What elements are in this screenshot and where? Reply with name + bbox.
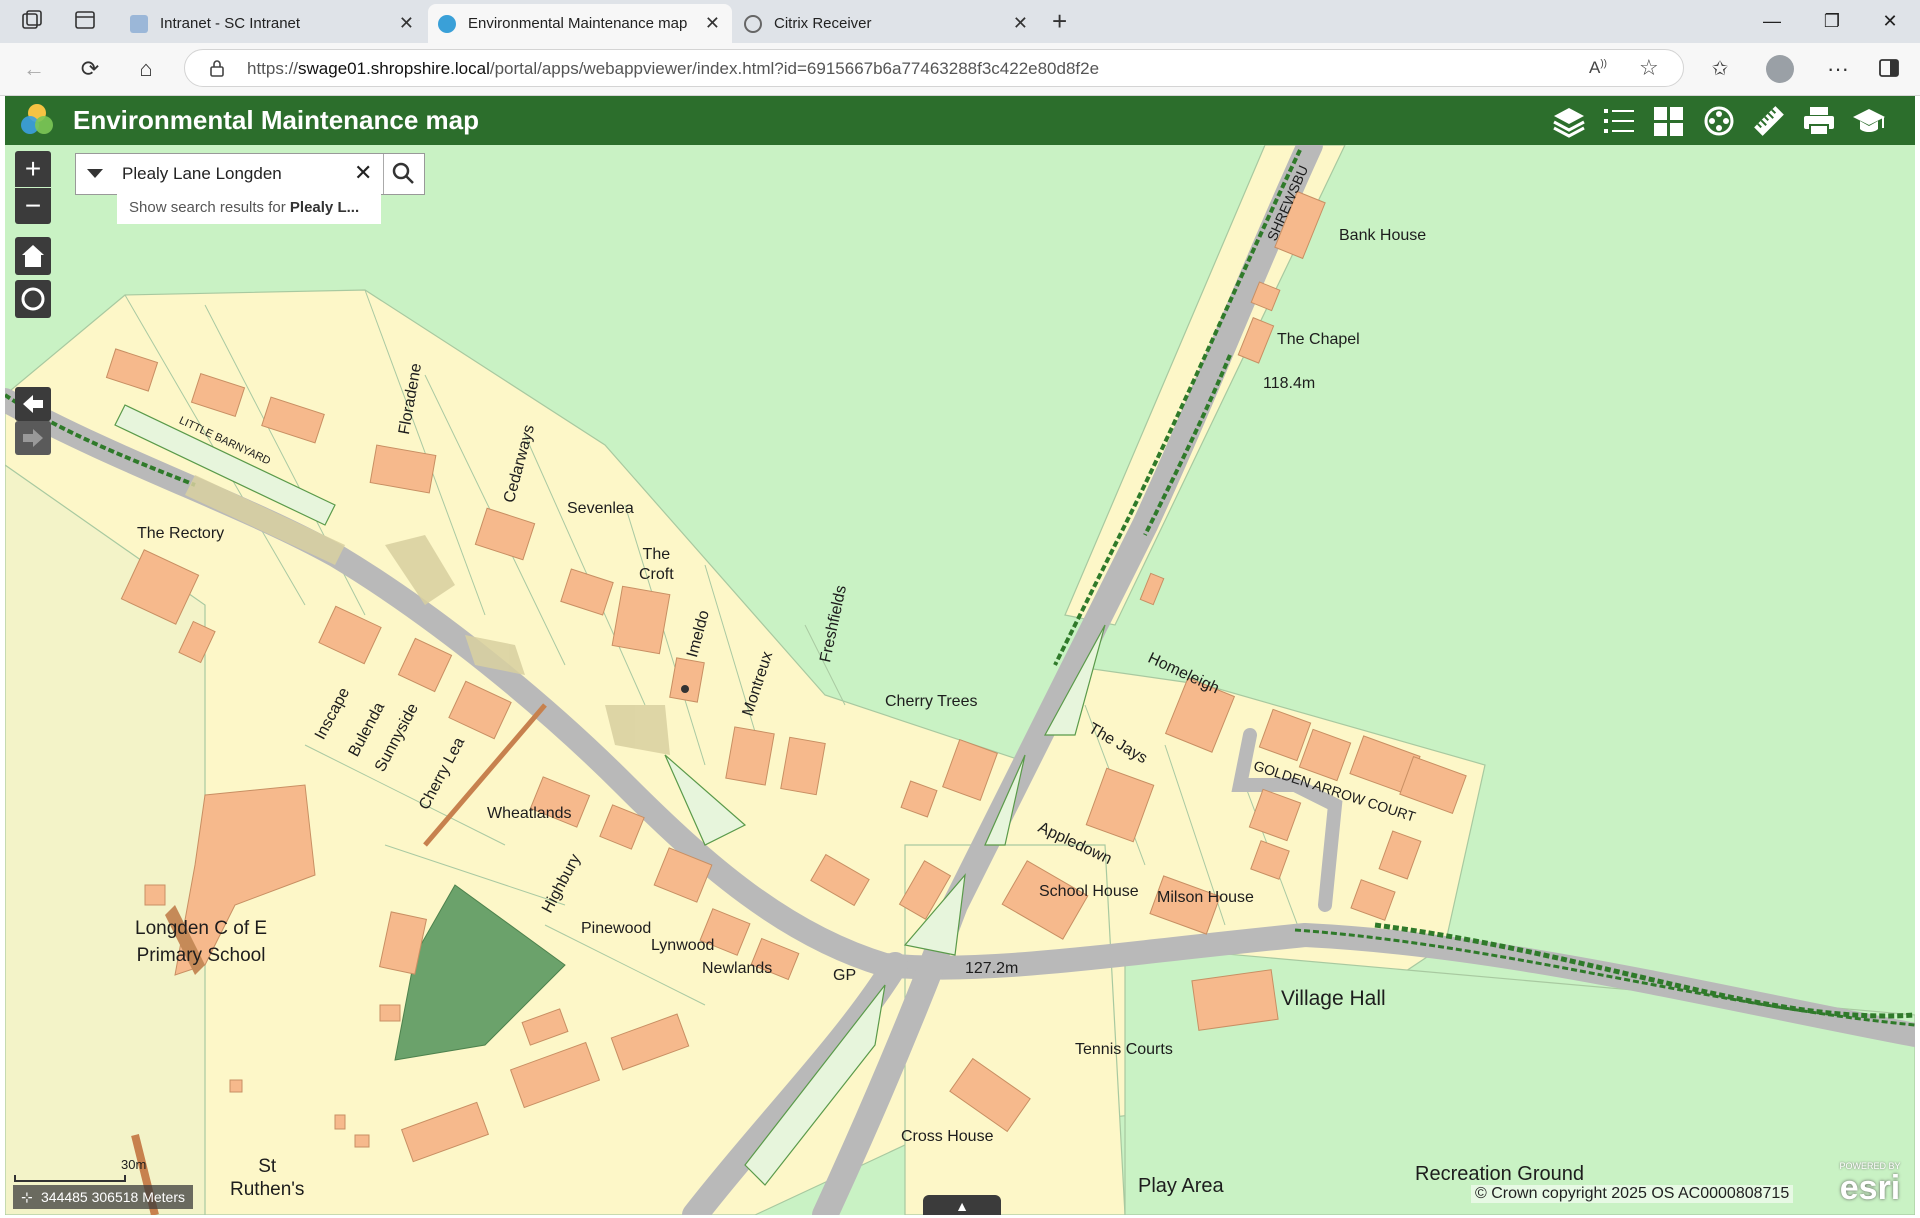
zoom-out-button[interactable]: −: [15, 188, 51, 224]
map-view[interactable]: Bank House The Chapel 118.4m SHREWSBU LI…: [5, 145, 1915, 1215]
favorites-icon[interactable]: ✩: [1702, 52, 1738, 86]
measure-ruler-icon[interactable]: [1751, 104, 1787, 138]
app-title: Environmental Maintenance map: [73, 105, 479, 135]
read-aloud-icon[interactable]: A)): [1589, 58, 1607, 78]
intranet-favicon-icon: [130, 14, 148, 33]
search-suggestion[interactable]: Show search results for Plealy L...: [117, 192, 381, 224]
map-label: The Croft: [639, 546, 674, 583]
app-header: Environmental Maintenance map: [5, 96, 1915, 145]
workspaces-icon[interactable]: [20, 10, 44, 32]
search-suggestion-prefix: Show search results for: [129, 199, 290, 216]
back-button[interactable]: ←: [16, 52, 52, 86]
map-label: GP: [833, 967, 857, 984]
previous-extent-button[interactable]: [15, 387, 51, 421]
map-label: Cherry Trees: [885, 693, 978, 710]
tab-title: Intranet - SC Intranet: [160, 15, 301, 32]
close-window-button[interactable]: ✕: [1870, 6, 1910, 36]
close-tab-icon[interactable]: ✕: [705, 13, 720, 34]
webapp-favicon-icon: [438, 14, 456, 33]
print-icon[interactable]: [1801, 104, 1837, 138]
home-button[interactable]: ⌂: [128, 52, 164, 86]
map-label: Milson House: [1157, 889, 1254, 906]
url-scheme: https://: [247, 59, 299, 78]
close-tab-icon[interactable]: ✕: [399, 13, 414, 34]
basemap-grid-icon[interactable]: [1651, 104, 1687, 138]
close-tab-icon[interactable]: ✕: [1013, 13, 1028, 34]
caret-down-icon: [87, 169, 103, 178]
arrow-right-icon: [23, 429, 43, 447]
home-icon: [22, 245, 44, 267]
refresh-button[interactable]: ⟳: [72, 52, 108, 86]
favorite-star-icon[interactable]: ☆: [1639, 55, 1659, 81]
map-label: Cross House: [901, 1128, 994, 1145]
map-label: School House: [1039, 883, 1139, 900]
attribution-toggle-button[interactable]: ▲: [923, 1195, 1001, 1215]
tab-intranet[interactable]: Intranet - SC Intranet ✕: [120, 4, 426, 43]
search-widget: Plealy Lane Longden ✕: [75, 153, 425, 195]
search-input[interactable]: Plealy Lane Longden: [122, 164, 282, 184]
url-host: swage01.shropshire.local: [298, 59, 490, 78]
app-logo-icon: [19, 102, 55, 138]
home-extent-button[interactable]: [15, 237, 51, 275]
map-label: St Ruthen's: [230, 1156, 305, 1200]
map-label: Play Area: [1138, 1175, 1224, 1197]
map-label: 118.4m: [1263, 375, 1316, 392]
map-label: Longden C of E Primary School: [135, 918, 268, 966]
zoom-in-button[interactable]: +: [15, 151, 51, 187]
citrix-favicon-icon: [744, 14, 762, 33]
url-text: https://swage01.shropshire.local/portal/…: [247, 59, 1099, 79]
address-bar[interactable]: https://swage01.shropshire.local/portal/…: [184, 49, 1684, 87]
map-label: Newlands: [702, 960, 773, 977]
browser-toolbar: ← ⟳ ⌂ https://swage01.shropshire.local/p…: [0, 43, 1920, 96]
tab-actions-icon[interactable]: [74, 10, 98, 32]
profile-avatar[interactable]: [1766, 55, 1794, 83]
esri-logo: POWERED BY esri: [1831, 1161, 1909, 1207]
url-path: /portal/apps/webappviewer/index.html?id=…: [489, 59, 1100, 78]
map-label: Wheatlands: [487, 805, 572, 822]
esri-wordmark: esri: [1839, 1169, 1901, 1207]
scale-bar-label: 30m: [121, 1157, 147, 1172]
map-label: Sevenlea: [567, 500, 634, 517]
locate-icon: [21, 287, 45, 311]
coordinate-text: 344485 306518 Meters: [41, 1189, 185, 1205]
search-source-dropdown[interactable]: [76, 154, 114, 194]
map-label: The Rectory: [137, 525, 225, 542]
browser-tab-bar: Intranet - SC Intranet ✕ Environmental M…: [0, 0, 1920, 43]
new-tab-button[interactable]: +: [1052, 6, 1067, 37]
minimize-window-button[interactable]: —: [1752, 6, 1792, 36]
restore-window-button[interactable]: ❐: [1812, 6, 1852, 36]
sidebar-toggle-icon[interactable]: [1878, 58, 1900, 83]
search-suggestion-query: Plealy L...: [289, 199, 360, 216]
coordinate-readout[interactable]: ⊹ 344485 306518 Meters: [13, 1185, 193, 1209]
map-label: Bank House: [1339, 227, 1427, 244]
education-cap-icon[interactable]: [1851, 104, 1887, 138]
map-label: The Chapel: [1277, 331, 1360, 348]
legend-list-icon[interactable]: [1601, 104, 1637, 138]
map-label: 127.2m: [965, 960, 1019, 977]
map-canvas[interactable]: [5, 145, 1915, 1215]
map-label: Tennis Courts: [1075, 1041, 1173, 1058]
next-extent-button[interactable]: [15, 421, 51, 455]
clear-search-button[interactable]: ✕: [354, 160, 372, 186]
map-label: Recreation Ground: [1415, 1163, 1584, 1185]
my-location-button[interactable]: [15, 280, 51, 318]
layers-icon[interactable]: [1551, 104, 1587, 138]
search-button[interactable]: [383, 154, 425, 194]
film-reel-icon[interactable]: [1701, 104, 1737, 138]
tab-citrix[interactable]: Citrix Receiver ✕: [734, 4, 1040, 43]
map-label: Pinewood: [581, 920, 652, 937]
crosshair-icon: ⊹: [21, 1189, 33, 1205]
search-icon: [392, 162, 414, 184]
arrow-left-icon: [23, 395, 43, 413]
tab-environmental-map[interactable]: Environmental Maintenance map ✕: [428, 4, 732, 43]
copyright-text: © Crown copyright 2025 OS AC0000808715: [1471, 1185, 1794, 1203]
lock-icon[interactable]: [209, 59, 225, 82]
map-label: Village Hall: [1281, 987, 1386, 1010]
tab-title: Environmental Maintenance map: [468, 15, 688, 32]
tab-title: Citrix Receiver: [774, 15, 872, 32]
map-label: Lynwood: [651, 937, 715, 954]
more-menu-icon[interactable]: ···: [1820, 52, 1856, 86]
